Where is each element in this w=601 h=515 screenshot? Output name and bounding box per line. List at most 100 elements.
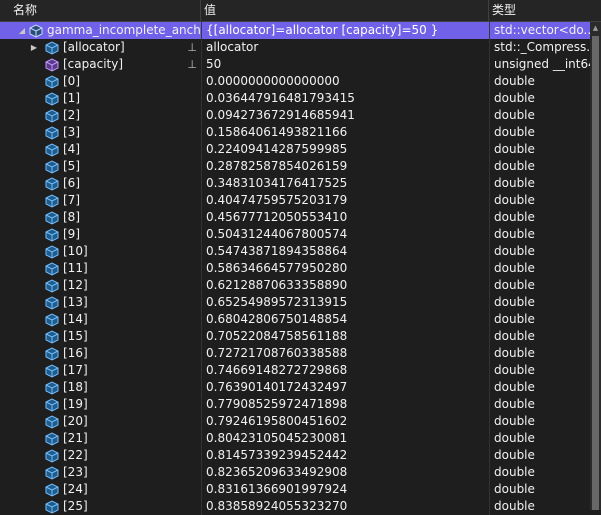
element-index: [23] — [63, 465, 88, 479]
tree-row-element[interactable]: [1] 0.036447916481793415 double — [0, 90, 601, 107]
name-cell: [3] — [0, 124, 201, 141]
tree-row-element[interactable]: [18] 0.76390140172432497 double — [0, 379, 601, 396]
tree-row-root[interactable]: ◢ gamma_incomplete_anchor {[allocator]=a… — [0, 22, 601, 39]
name-cell: [4] — [0, 141, 201, 158]
tree-row-capacity[interactable]: [capacity] ⊥ 50 unsigned __int64 — [0, 56, 601, 73]
tree-row-element[interactable]: [10] 0.54743871894358864 double — [0, 243, 601, 260]
tree-row-element[interactable]: [6] 0.34831034176417525 double — [0, 175, 601, 192]
element-value[interactable]: 0.40474759575203179 — [201, 192, 489, 209]
element-value[interactable]: 0.0000000000000000 — [201, 73, 489, 90]
field-icon — [45, 364, 59, 378]
name-cell: [20] — [0, 413, 201, 430]
element-value[interactable]: 0.62128870633358890 — [201, 277, 489, 294]
pin-icon[interactable]: ⊥ — [187, 56, 197, 73]
expand-arrow-icon[interactable]: ▶ — [28, 39, 40, 56]
field-icon — [45, 228, 59, 242]
element-index: [15] — [63, 329, 88, 343]
element-value[interactable]: 0.74669148272729868 — [201, 362, 489, 379]
element-value[interactable]: 0.82365209633492908 — [201, 464, 489, 481]
element-value[interactable]: 0.77908525972471898 — [201, 396, 489, 413]
element-type: double — [489, 107, 590, 124]
tree-row-element[interactable]: [2] 0.094273672914685941 double — [0, 107, 601, 124]
element-value[interactable]: 0.58634664577950280 — [201, 260, 489, 277]
tree-row-element[interactable]: [20] 0.79246195800451602 double — [0, 413, 601, 430]
name-cell: [19] — [0, 396, 201, 413]
field-icon — [45, 126, 59, 140]
tree-row-element[interactable]: [11] 0.58634664577950280 double — [0, 260, 601, 277]
column-type-header[interactable]: 类型 — [489, 0, 601, 21]
tree-row-element[interactable]: [19] 0.77908525972471898 double — [0, 396, 601, 413]
pin-icon[interactable]: ⊥ — [187, 39, 197, 56]
tree-row-allocator[interactable]: ▶ [allocator] ⊥ allocator std::_Compress… — [0, 39, 601, 56]
element-value[interactable]: 0.50431244067800574 — [201, 226, 489, 243]
tree-row-element[interactable]: [0] 0.0000000000000000 double — [0, 73, 601, 90]
field-icon — [45, 194, 59, 208]
element-type: double — [489, 277, 590, 294]
name-cell: [0] — [0, 73, 201, 90]
name-cell: [5] — [0, 158, 201, 175]
scrollbar-thumb[interactable] — [592, 36, 599, 510]
tree-row-element[interactable]: [17] 0.74669148272729868 double — [0, 362, 601, 379]
tree-row-element[interactable]: [15] 0.70522084758561188 double — [0, 328, 601, 345]
element-type: double — [489, 447, 590, 464]
element-type: double — [489, 362, 590, 379]
tree-row-element[interactable]: [25] 0.83858924055323270 double — [0, 498, 601, 515]
watch-tree: ◢ gamma_incomplete_anchor {[allocator]=a… — [0, 22, 601, 515]
tree-row-element[interactable]: [3] 0.15864061493821166 double — [0, 124, 601, 141]
element-value[interactable]: 0.094273672914685941 — [201, 107, 489, 124]
column-name-header[interactable]: 名称 — [0, 0, 201, 21]
tree-row-element[interactable]: [4] 0.22409414287599985 double — [0, 141, 601, 158]
name-cell: [25] — [0, 498, 201, 515]
element-value[interactable]: 0.28782587854026159 — [201, 158, 489, 175]
element-value[interactable]: 0.83858924055323270 — [201, 498, 489, 515]
tree-row-element[interactable]: [12] 0.62128870633358890 double — [0, 277, 601, 294]
column-value-header[interactable]: 值 — [201, 0, 489, 21]
element-value[interactable]: 0.22409414287599985 — [201, 141, 489, 158]
element-value[interactable]: 0.80423105045230081 — [201, 430, 489, 447]
element-value[interactable]: 0.036447916481793415 — [201, 90, 489, 107]
field-icon — [45, 347, 59, 361]
element-type: double — [489, 379, 590, 396]
tree-row-element[interactable]: [7] 0.40474759575203179 double — [0, 192, 601, 209]
element-value[interactable]: 0.79246195800451602 — [201, 413, 489, 430]
root-value[interactable]: {[allocator]=allocator [capacity]=50 } — [201, 22, 489, 39]
tree-row-element[interactable]: [13] 0.65254989572313915 double — [0, 294, 601, 311]
name-cell: [10] — [0, 243, 201, 260]
element-value[interactable]: 0.72721708760338588 — [201, 345, 489, 362]
collapse-arrow-icon[interactable]: ◢ — [16, 22, 28, 39]
element-value[interactable]: 0.65254989572313915 — [201, 294, 489, 311]
allocator-value[interactable]: allocator — [201, 39, 489, 56]
field-icon — [45, 245, 59, 259]
element-value[interactable]: 0.54743871894358864 — [201, 243, 489, 260]
capacity-type: unsigned __int64 — [489, 56, 590, 73]
tree-row-element[interactable]: [14] 0.68042806750148854 double — [0, 311, 601, 328]
tree-row-element[interactable]: [24] 0.83161366901997924 double — [0, 481, 601, 498]
tree-row-element[interactable]: [5] 0.28782587854026159 double — [0, 158, 601, 175]
element-value[interactable]: 0.76390140172432497 — [201, 379, 489, 396]
element-value[interactable]: 0.81457339239452442 — [201, 447, 489, 464]
tree-row-element[interactable]: [9] 0.50431244067800574 double — [0, 226, 601, 243]
vertical-scrollbar[interactable]: ▲ — [590, 22, 601, 510]
name-cell: [21] — [0, 430, 201, 447]
tree-row-element[interactable]: [22] 0.81457339239452442 double — [0, 447, 601, 464]
tree-row-element[interactable]: [21] 0.80423105045230081 double — [0, 430, 601, 447]
tree-row-element[interactable]: [23] 0.82365209633492908 double — [0, 464, 601, 481]
tree-row-element[interactable]: [8] 0.45677712050553410 double — [0, 209, 601, 226]
property-icon — [45, 58, 59, 72]
scroll-up-icon[interactable]: ▲ — [590, 24, 601, 32]
field-icon — [45, 75, 59, 89]
allocator-name: [allocator] — [63, 40, 125, 54]
element-value[interactable]: 0.83161366901997924 — [201, 481, 489, 498]
element-index: [9] — [63, 227, 80, 241]
tree-row-element[interactable]: [16] 0.72721708760338588 double — [0, 345, 601, 362]
name-cell: [11] — [0, 260, 201, 277]
capacity-value[interactable]: 50 — [201, 56, 489, 73]
struct-icon — [29, 24, 43, 38]
element-value[interactable]: 0.45677712050553410 — [201, 209, 489, 226]
element-value[interactable]: 0.15864061493821166 — [201, 124, 489, 141]
element-value[interactable]: 0.34831034176417525 — [201, 175, 489, 192]
element-value[interactable]: 0.70522084758561188 — [201, 328, 489, 345]
element-value[interactable]: 0.68042806750148854 — [201, 311, 489, 328]
field-icon — [45, 279, 59, 293]
element-type: double — [489, 158, 590, 175]
